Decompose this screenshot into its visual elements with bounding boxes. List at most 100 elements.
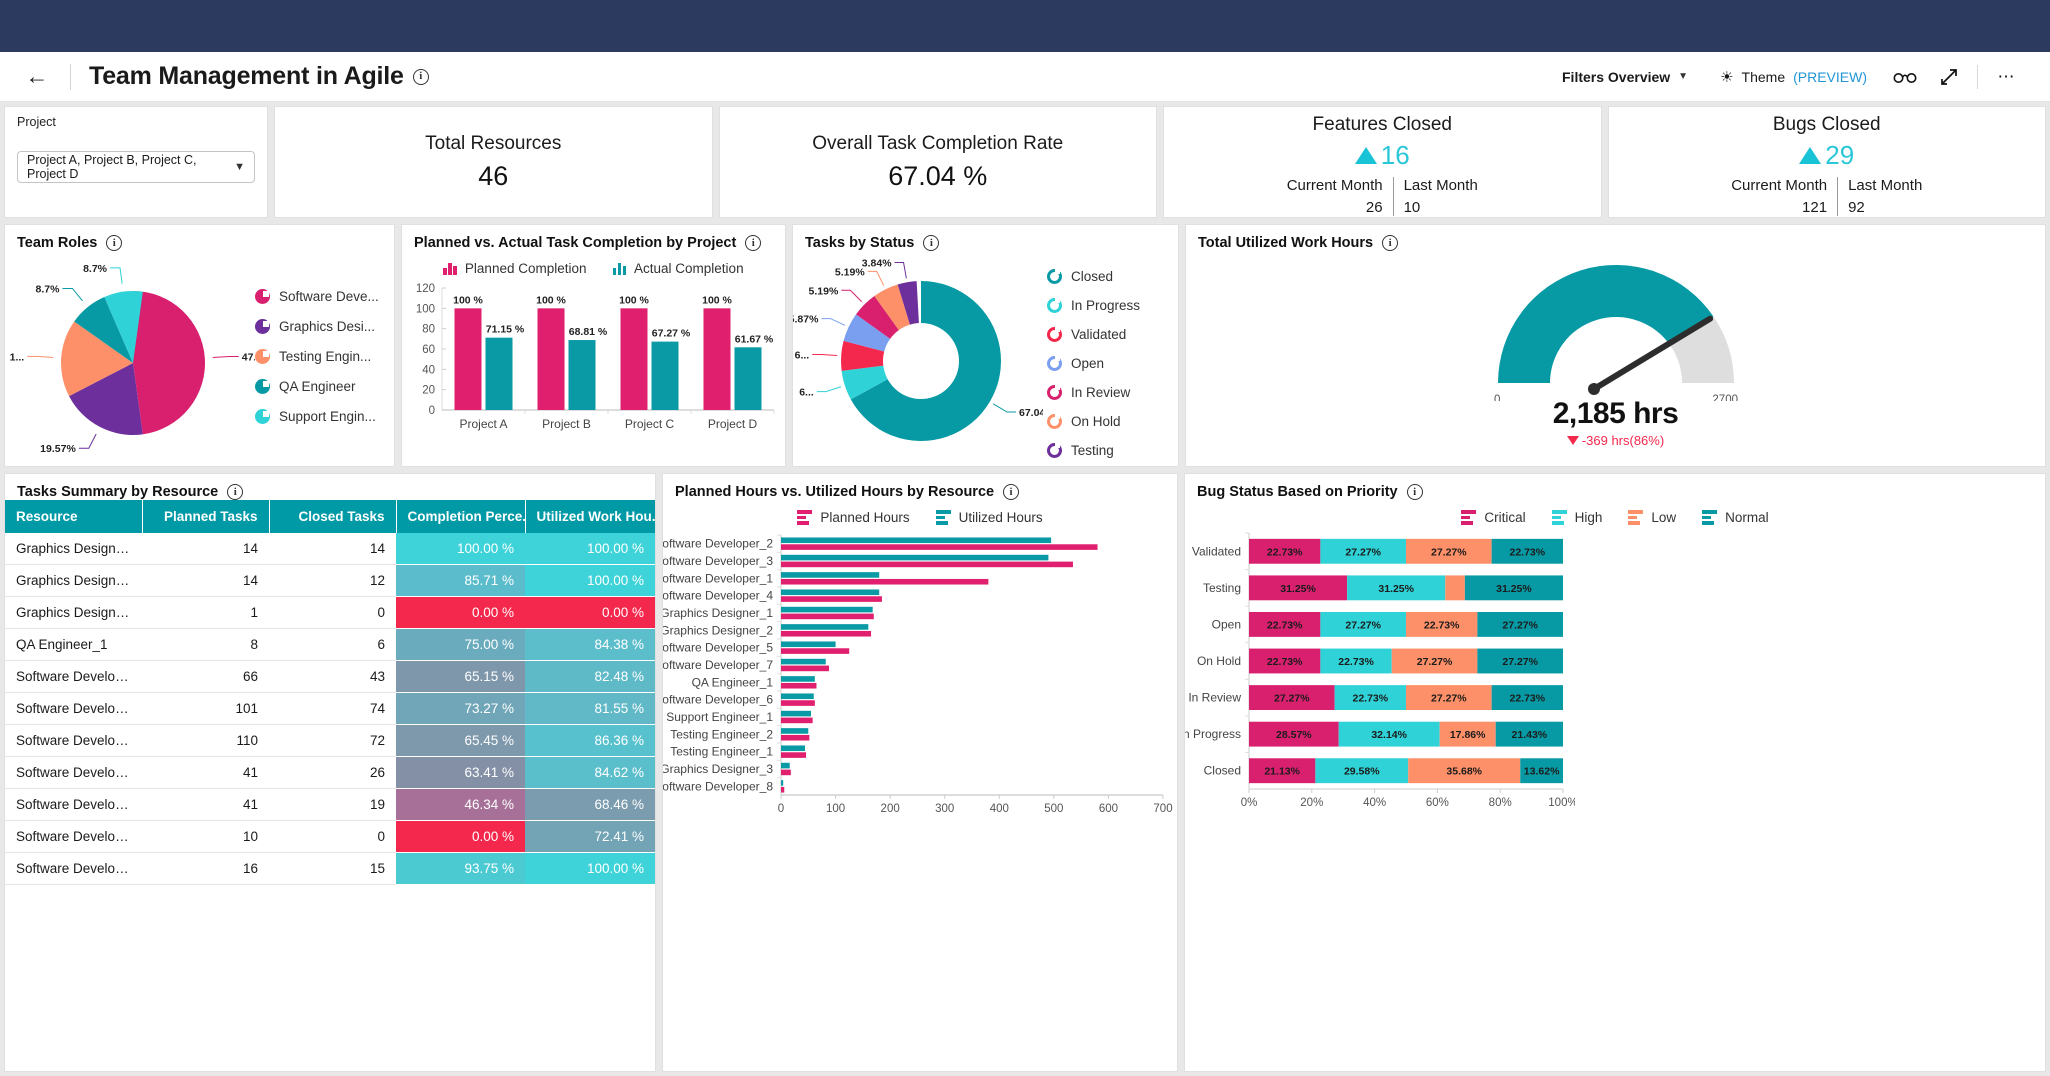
table-column-header[interactable]: Completion Perce...: [396, 500, 526, 533]
table-row[interactable]: Software Developer... 10 0 0.00 % 72.41 …: [5, 820, 655, 853]
cell-resource: Software Developer...: [5, 852, 142, 885]
legend-item[interactable]: In Progress: [1047, 298, 1140, 313]
legend-item[interactable]: On Hold: [1047, 414, 1140, 429]
svg-text:27.27%: 27.27%: [1417, 656, 1453, 668]
svg-text:27.27%: 27.27%: [1345, 619, 1381, 631]
svg-text:80%: 80%: [1489, 797, 1512, 809]
svg-text:QA Engineer_1: QA Engineer_1: [692, 675, 774, 689]
legend-swatch-pie-icon: [255, 319, 270, 334]
svg-text:Project D: Project D: [708, 417, 758, 431]
svg-text:Software Developer_3: Software Developer_3: [663, 554, 773, 568]
legend-item[interactable]: Open: [1047, 356, 1140, 371]
svg-text:19.57%: 19.57%: [40, 443, 76, 455]
legend-item[interactable]: QA Engineer: [255, 379, 379, 394]
kpi-delta: 16: [1354, 140, 1410, 171]
svg-text:22.73%: 22.73%: [1267, 546, 1303, 558]
triangle-down-icon: [1566, 436, 1579, 445]
legend-swatch-donut-icon: [1047, 269, 1062, 284]
kpi-features-closed: Features Closed 16 Current Month 26 Last…: [1163, 106, 1602, 218]
table-column-header[interactable]: Closed Tasks: [269, 500, 397, 533]
filters-overview-dropdown[interactable]: Filters Overview ▼: [1546, 69, 1704, 85]
info-icon[interactable]: i: [106, 235, 123, 251]
reading-glasses-icon[interactable]: [1883, 60, 1927, 94]
info-icon[interactable]: i: [227, 484, 244, 500]
table-column-header[interactable]: Planned Tasks: [142, 500, 270, 533]
table-row[interactable]: Software Developer... 41 26 63.41 % 84.6…: [5, 756, 655, 789]
cell-resource: QA Engineer_1: [5, 628, 142, 661]
info-icon[interactable]: i: [1382, 235, 1399, 251]
cell-planned-tasks: 16: [142, 852, 269, 885]
legend-item[interactable]: Software Deve...: [255, 289, 379, 304]
info-icon[interactable]: i: [1406, 484, 1423, 500]
legend-label: Open: [1071, 356, 1105, 371]
card-planned-utilized: Planned Hours vs. Utilized Hours by Reso…: [662, 473, 1178, 1072]
legend-item[interactable]: Utilized Hours: [935, 510, 1043, 525]
cell-completion-percentage: 65.15 %: [396, 660, 525, 693]
svg-text:100: 100: [826, 803, 845, 815]
svg-text:31.25%: 31.25%: [1280, 583, 1316, 595]
cell-planned-tasks: 1: [142, 596, 269, 629]
table-row[interactable]: Software Developer... 110 72 65.45 % 86.…: [5, 724, 655, 757]
legend-item[interactable]: Planned Completion: [443, 261, 587, 276]
legend-hbars-icon: [1702, 510, 1718, 525]
table-column-header[interactable]: Resource: [5, 500, 143, 533]
legend-item[interactable]: Testing Engin...: [255, 349, 379, 364]
cell-resource: Graphics Designer_1: [5, 533, 142, 565]
info-icon-title[interactable]: i: [412, 68, 429, 85]
cell-closed-tasks: 26: [269, 756, 396, 789]
info-icon[interactable]: i: [923, 235, 940, 251]
table-row[interactable]: Graphics Designer_3 1 0 0.00 % 0.00 %: [5, 596, 655, 629]
svg-text:32.14%: 32.14%: [1371, 729, 1407, 741]
table-row[interactable]: QA Engineer_1 8 6 75.00 % 84.38 %: [5, 628, 655, 661]
legend-item[interactable]: Planned Hours: [797, 510, 910, 525]
kpi-row: Project Project A, Project B, Project C,…: [4, 106, 2046, 218]
table-row[interactable]: Graphics Designer_2 14 12 85.71 % 100.00…: [5, 564, 655, 597]
table-scroll-region[interactable]: Resource Planned Tasks Closed Tasks Complet…: [5, 500, 655, 1067]
cell-closed-tasks: 6: [269, 628, 396, 661]
table-row[interactable]: Software Developer... 16 15 93.75 % 100.…: [5, 852, 655, 885]
cell-closed-tasks: 43: [269, 660, 396, 693]
cell-resource: Software Developer...: [5, 788, 142, 821]
info-icon[interactable]: i: [1003, 484, 1020, 500]
expand-icon[interactable]: [1927, 60, 1971, 94]
svg-text:17.86%: 17.86%: [1450, 729, 1486, 741]
theme-button[interactable]: ☀ Theme (PREVIEW): [1704, 68, 1883, 86]
cell-closed-tasks: 19: [269, 788, 396, 821]
legend-item[interactable]: In Review: [1047, 385, 1140, 400]
card-total-utilized: Total Utilized Work Hours i 0 2700 2,185 …: [1185, 224, 2046, 467]
legend-item[interactable]: Testing: [1047, 443, 1140, 458]
cell-closed-tasks: 15: [269, 852, 396, 885]
legend-item[interactable]: Closed: [1047, 269, 1140, 284]
cell-planned-tasks: 110: [142, 724, 269, 757]
legend-item[interactable]: Critical: [1461, 510, 1526, 525]
table-row[interactable]: Graphics Designer_1 14 14 100.00 % 100.0…: [5, 533, 655, 565]
table-row[interactable]: Software Developer... 66 43 65.15 % 82.4…: [5, 660, 655, 693]
cell-completion-percentage: 0.00 %: [396, 820, 525, 853]
svg-text:5.19%: 5.19%: [809, 285, 839, 297]
svg-text:In Progress: In Progress: [1185, 727, 1241, 741]
card-bug-status: Bug Status Based on Priority i Critical …: [1184, 473, 2046, 1072]
more-options-icon[interactable]: ⋯: [1984, 60, 2028, 94]
legend-item[interactable]: Support Engin...: [255, 409, 379, 424]
legend-item[interactable]: High: [1551, 510, 1602, 525]
table-row[interactable]: Software Developer... 101 74 73.27 % 81.…: [5, 692, 655, 725]
svg-text:100 %: 100 %: [702, 294, 732, 306]
svg-text:Testing Engineer_1: Testing Engineer_1: [670, 745, 773, 759]
table-row[interactable]: Software Developer... 41 19 46.34 % 68.4…: [5, 788, 655, 821]
dashboard-app: ← Team Management in Agile i Filters Ove…: [0, 0, 2050, 1076]
legend-item[interactable]: Actual Completion: [612, 261, 744, 276]
legend-item[interactable]: Graphics Desi...: [255, 319, 379, 334]
svg-text:22.73%: 22.73%: [1353, 693, 1389, 705]
svg-text:600: 600: [1099, 803, 1118, 815]
info-icon[interactable]: i: [745, 235, 762, 251]
table-column-header[interactable]: Utilized Work Hou...: [525, 500, 655, 533]
arrow-left-icon[interactable]: ←: [22, 62, 52, 92]
legend-bars-icon: [612, 262, 627, 275]
legend-item[interactable]: Validated: [1047, 327, 1140, 342]
legend-swatch-donut-icon: [1047, 356, 1062, 371]
legend-item[interactable]: Low: [1628, 510, 1676, 525]
cell-resource: Software Developer...: [5, 692, 142, 725]
cell-resource: Software Developer...: [5, 724, 142, 757]
legend-item[interactable]: Normal: [1702, 510, 1769, 525]
project-filter-select[interactable]: Project A, Project B, Project C, Project…: [17, 151, 255, 183]
